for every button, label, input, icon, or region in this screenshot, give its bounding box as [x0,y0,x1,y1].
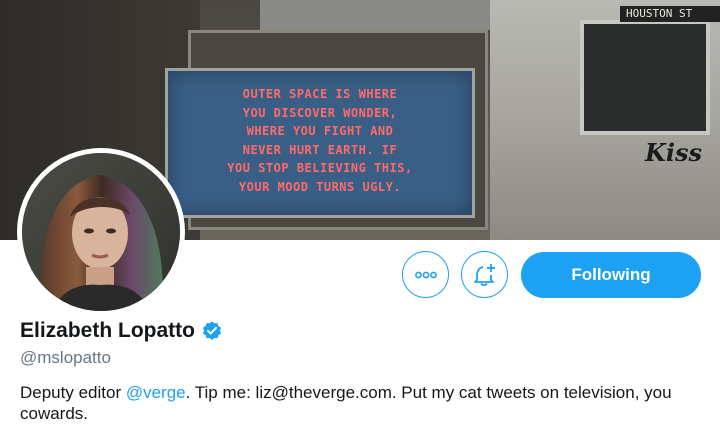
user-handle: @mslopatto [20,348,111,367]
bus-logo: Kiss [645,138,702,167]
bio-mention-link[interactable]: @verge [126,383,186,402]
profile-bio: Deputy editor @verge. Tip me: liz@thever… [20,382,710,424]
avatar[interactable] [22,153,180,311]
verified-badge-icon [201,320,223,342]
display-name: Elizabeth Lopatto [20,319,195,342]
notifications-button[interactable] [461,251,508,298]
billboard-text: OUTER SPACE IS WHERE YOU DISCOVER WONDER… [227,87,413,194]
avatar-portrait [22,153,180,311]
banner-sky [260,0,490,30]
billboard: OUTER SPACE IS WHERE YOU DISCOVER WONDER… [165,68,475,218]
bio-text-start: Deputy editor [20,383,126,402]
ellipsis-icon [414,271,437,278]
name-row: Elizabeth Lopatto [20,319,223,343]
bus-windshield [580,20,710,135]
following-button[interactable]: Following [521,252,701,298]
bus-destination-sign: HOUSTON ST [620,6,720,22]
bell-plus-icon [473,263,495,286]
more-options-button[interactable] [402,251,449,298]
